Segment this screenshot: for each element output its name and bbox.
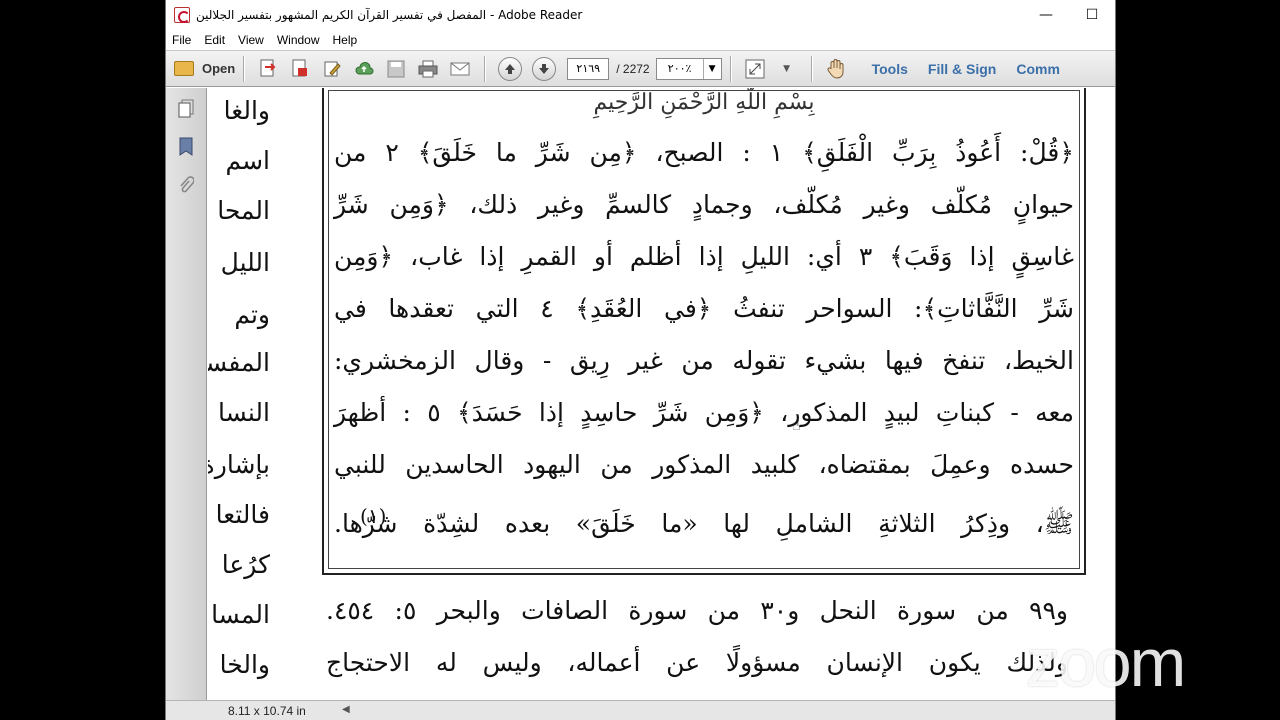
facing-line: كرُعا bbox=[221, 550, 270, 579]
quran-text-frame: بِسْمِ اللَّهِ الرَّحْمَنِ الرَّحِيمِ ﴿ق… bbox=[322, 88, 1086, 575]
open-label: Open bbox=[202, 61, 236, 76]
fill-sign-link[interactable]: Fill & Sign bbox=[928, 61, 996, 77]
zoom-value: ٢٠٠٪ bbox=[667, 62, 692, 75]
tafsir-line: ﴿قُلْ: أَعُوذُ بِرَبِّ الْفَلَقِ﴾ ١ : ال… bbox=[334, 138, 1075, 167]
minimize-button[interactable]: — bbox=[1023, 0, 1069, 30]
menu-window[interactable]: Window bbox=[277, 33, 320, 47]
tools-link[interactable]: Tools bbox=[872, 61, 908, 77]
maximize-button[interactable]: ☐ bbox=[1069, 0, 1115, 30]
tafsir-line: الخيط، تنفخ فيها بشيء تقوله من غير رِيق … bbox=[334, 346, 1074, 375]
save-icon[interactable] bbox=[385, 58, 407, 80]
edit-pdf-icon[interactable] bbox=[321, 58, 343, 80]
footnote-line: و٩٩ من سورة النحل و٣٠ من سورة الصافات وا… bbox=[326, 596, 1068, 625]
menu-file[interactable]: File bbox=[172, 33, 191, 47]
chevron-down-icon[interactable]: ▼ bbox=[702, 58, 721, 79]
scroll-left-icon[interactable]: ◀ bbox=[342, 704, 350, 715]
more-dropdown-icon[interactable]: ▼ bbox=[776, 58, 798, 80]
folder-icon bbox=[174, 61, 194, 76]
window-controls: — ☐ bbox=[1023, 0, 1115, 30]
adobe-reader-window: المفصل في تفسير القرآن الكريم المشهور بت… bbox=[165, 0, 1116, 720]
page-total: / 2272 bbox=[616, 61, 650, 76]
menu-edit[interactable]: Edit bbox=[204, 33, 225, 47]
cloud-upload-icon[interactable] bbox=[353, 58, 375, 80]
title-bar: المفصل في تفسير القرآن الكريم المشهور بت… bbox=[166, 0, 1115, 30]
tafsir-line: حيوانٍ مُكلّف وغير مُكلّف، وجمادٍ كالسمِ… bbox=[334, 190, 1074, 219]
zoom-watermark: zoom bbox=[1026, 625, 1186, 701]
text-cursor-icon: ☝ bbox=[792, 418, 801, 434]
tafsir-line: ﷺ، وذِكرُ الثلاثةِ الشاملِ لها «ما خَلَق… bbox=[334, 509, 1074, 538]
document-view[interactable]: والغا اسم المحا الليل وتم المفسا النسا ب… bbox=[208, 88, 1115, 700]
toolbar-separator bbox=[484, 55, 486, 82]
facing-line: المفسا bbox=[208, 348, 270, 377]
footnote-line: ولذلك يكون الإنسان مسؤولًا عن أعماله، ول… bbox=[326, 648, 1068, 677]
arrow-down-icon bbox=[539, 63, 550, 74]
window-title: المفصل في تفسير القرآن الكريم المشهور بت… bbox=[196, 8, 583, 22]
zoom-select[interactable]: ٢٠٠٪ ▼ bbox=[655, 57, 722, 80]
page-thumbnails-icon[interactable] bbox=[176, 98, 196, 120]
status-bar: 8.11 x 10.74 in ◀ bbox=[166, 700, 1115, 720]
menu-help[interactable]: Help bbox=[333, 33, 358, 47]
comment-link[interactable]: Comm bbox=[1016, 61, 1060, 77]
attachments-icon[interactable] bbox=[176, 174, 196, 196]
pdf-app-icon bbox=[174, 7, 190, 23]
previous-page-button[interactable] bbox=[498, 56, 523, 81]
menu-view[interactable]: View bbox=[238, 33, 264, 47]
arrow-up-icon bbox=[505, 63, 516, 74]
facing-line: والخا bbox=[219, 650, 270, 679]
facing-line: وتم bbox=[234, 300, 270, 329]
page-size-label: 8.11 x 10.74 in bbox=[228, 704, 306, 718]
tafsir-line: غاسِقٍ إذا وَقَبَ﴾ ٣ أي: الليلِ إذا أظلم… bbox=[334, 242, 1074, 271]
facing-line: المحا bbox=[217, 196, 270, 225]
print-icon[interactable] bbox=[417, 58, 439, 80]
hand-tool-icon[interactable] bbox=[825, 58, 847, 80]
basmala: بِسْمِ اللَّهِ الرَّحْمَنِ الرَّحِيمِ bbox=[593, 90, 815, 115]
navigation-panel bbox=[166, 88, 207, 720]
toolbar-separator bbox=[729, 55, 731, 82]
open-button[interactable]: Open bbox=[174, 61, 235, 76]
export-pdf-icon[interactable] bbox=[289, 58, 311, 80]
tafsir-line: شَرِّ النَّفَّاثاتِ﴾: السواحر تنفثُ ﴿في … bbox=[334, 294, 1074, 323]
tafsir-line: حسده وعمِلَ بمقتضاه، كلبيد المذكور من ال… bbox=[334, 450, 1074, 479]
toolbar: Open ٢١٦٩ / 2272 ٢٠٠٪ ▼ ▼ Tools Fill & S… bbox=[166, 50, 1115, 87]
facing-page-column: والغا اسم المحا الليل وتم المفسا النسا ب… bbox=[208, 88, 270, 700]
create-pdf-icon[interactable] bbox=[257, 58, 279, 80]
tafsir-line: معه - كبناتِ لبيدٍ المذكور، ﴿وَمِن شَرِّ… bbox=[334, 398, 1074, 427]
page-number-input[interactable]: ٢١٦٩ bbox=[567, 57, 610, 80]
email-icon[interactable] bbox=[449, 58, 471, 80]
facing-line: النسا bbox=[217, 398, 270, 427]
bookmarks-icon[interactable] bbox=[176, 136, 196, 158]
facing-line: المسا bbox=[211, 600, 270, 629]
fit-page-icon[interactable] bbox=[744, 58, 766, 80]
facing-line: الليل bbox=[220, 248, 270, 277]
next-page-button[interactable] bbox=[532, 56, 557, 81]
facing-line: بإشارة bbox=[208, 450, 270, 479]
facing-line: والغا bbox=[223, 96, 270, 125]
menu-bar: File Edit View Window Help bbox=[166, 30, 1115, 50]
facing-line: اسم bbox=[225, 146, 270, 175]
toolbar-separator bbox=[810, 55, 812, 82]
toolbar-separator bbox=[243, 55, 245, 82]
footnote-marker: (١) bbox=[360, 504, 387, 528]
facing-line: فالتعا bbox=[215, 500, 270, 529]
